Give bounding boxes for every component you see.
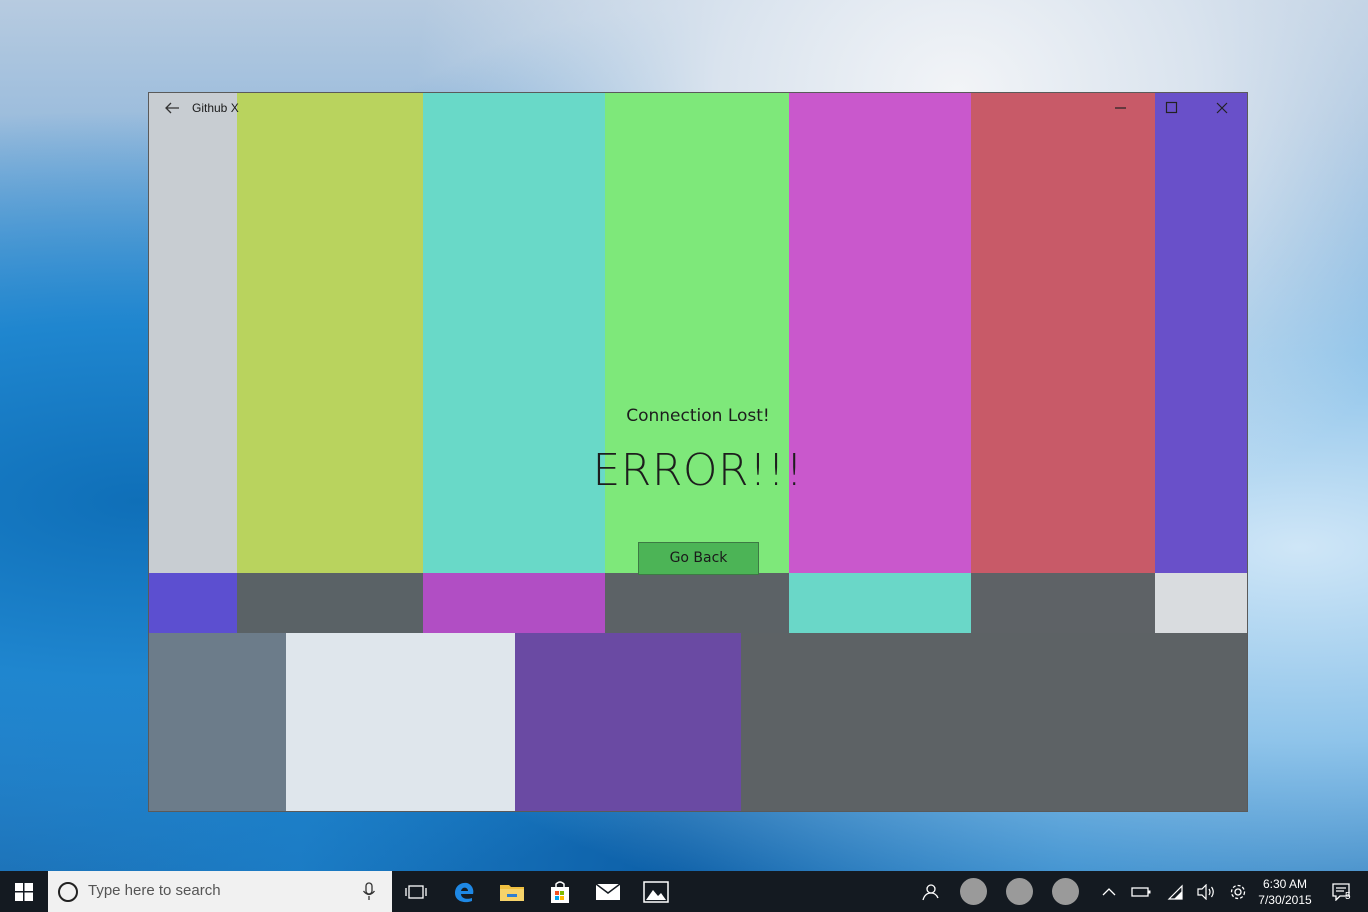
test-bar-gray bbox=[149, 93, 237, 573]
people-icon bbox=[922, 883, 939, 900]
volume-icon bbox=[1197, 883, 1214, 900]
cortana-icon bbox=[58, 882, 78, 902]
app-title: Github X bbox=[192, 101, 239, 115]
settings-button[interactable] bbox=[1226, 871, 1250, 912]
search-box[interactable]: Type here to search bbox=[48, 871, 392, 912]
clock[interactable]: 6:30 AM 7/30/2015 bbox=[1252, 876, 1318, 908]
error-headline: ERROR!!! bbox=[592, 445, 804, 496]
wifi-button[interactable] bbox=[1162, 871, 1188, 912]
test-bar-blue bbox=[1155, 93, 1247, 573]
edge-button[interactable] bbox=[442, 871, 486, 912]
notification-count: 5 bbox=[1345, 891, 1351, 902]
test-bar-mid-white bbox=[1155, 573, 1247, 633]
test-bar-mid-dark3 bbox=[971, 573, 1155, 633]
tray-app-icon-1[interactable] bbox=[960, 878, 987, 905]
minimize-icon bbox=[1115, 107, 1126, 109]
show-hidden-icons-icon bbox=[1102, 887, 1116, 895]
file-explorer-button[interactable] bbox=[490, 871, 534, 912]
test-bar-bottom-gray bbox=[741, 633, 1247, 811]
test-bar-bottom-slate bbox=[149, 633, 286, 811]
title-bar: Github X bbox=[149, 93, 1247, 123]
test-bar-green bbox=[605, 93, 789, 573]
test-bar-mid-blue bbox=[149, 573, 237, 633]
app-window: Github X Connection Lost! ERROR!!! Go Ba… bbox=[148, 92, 1248, 812]
store-button[interactable] bbox=[538, 871, 582, 912]
battery-button[interactable] bbox=[1128, 871, 1154, 912]
test-bar-bottom-purple bbox=[515, 633, 741, 811]
show-hidden-icons-button[interactable] bbox=[1098, 871, 1120, 912]
taskbar: Type here to search 6:30 AM 7/30/2015 5 bbox=[0, 871, 1368, 912]
test-bar-bottom-white bbox=[286, 633, 515, 811]
test-bar-mid-dark2 bbox=[605, 573, 789, 633]
test-bar-magenta bbox=[789, 93, 971, 573]
task-view-button[interactable] bbox=[394, 871, 438, 912]
photos-icon bbox=[643, 880, 669, 903]
search-placeholder: Type here to search bbox=[88, 882, 221, 899]
volume-button[interactable] bbox=[1194, 871, 1218, 912]
minimize-button[interactable] bbox=[1097, 93, 1143, 123]
connection-lost-text: Connection Lost! bbox=[626, 406, 770, 426]
microphone-icon[interactable] bbox=[362, 882, 376, 902]
clock-time: 6:30 AM bbox=[1262, 877, 1308, 891]
windows-start-icon bbox=[15, 882, 33, 901]
mail-button[interactable] bbox=[586, 871, 630, 912]
test-bar-mid-dark1 bbox=[237, 573, 423, 633]
start-button[interactable] bbox=[0, 871, 48, 912]
maximize-icon bbox=[1165, 101, 1178, 114]
settings-icon bbox=[1230, 884, 1246, 899]
back-arrow-icon[interactable] bbox=[161, 99, 183, 117]
tray-app-icon-2[interactable] bbox=[1006, 878, 1033, 905]
file-explorer-icon bbox=[500, 884, 524, 901]
maximize-button[interactable] bbox=[1148, 93, 1194, 123]
test-bar-red bbox=[971, 93, 1155, 573]
photos-button[interactable] bbox=[634, 871, 678, 912]
test-bar-mid-cyan bbox=[789, 573, 971, 633]
edge-icon bbox=[455, 882, 474, 902]
store-icon bbox=[551, 880, 569, 903]
test-bar-yellow bbox=[237, 93, 423, 573]
clock-date: 7/30/2015 bbox=[1258, 893, 1312, 907]
close-icon bbox=[1216, 102, 1228, 114]
people-button[interactable] bbox=[916, 871, 944, 912]
action-center-button[interactable]: 5 bbox=[1326, 871, 1356, 912]
go-back-button[interactable]: Go Back bbox=[638, 542, 759, 575]
task-view-icon bbox=[405, 884, 427, 899]
mail-icon bbox=[595, 882, 621, 900]
test-bar-mid-magenta bbox=[423, 573, 605, 633]
battery-icon bbox=[1131, 886, 1151, 897]
close-button[interactable] bbox=[1199, 93, 1245, 123]
tray-app-icon-3[interactable] bbox=[1052, 878, 1079, 905]
test-bar-cyan bbox=[423, 93, 605, 573]
wifi-icon bbox=[1167, 884, 1183, 900]
